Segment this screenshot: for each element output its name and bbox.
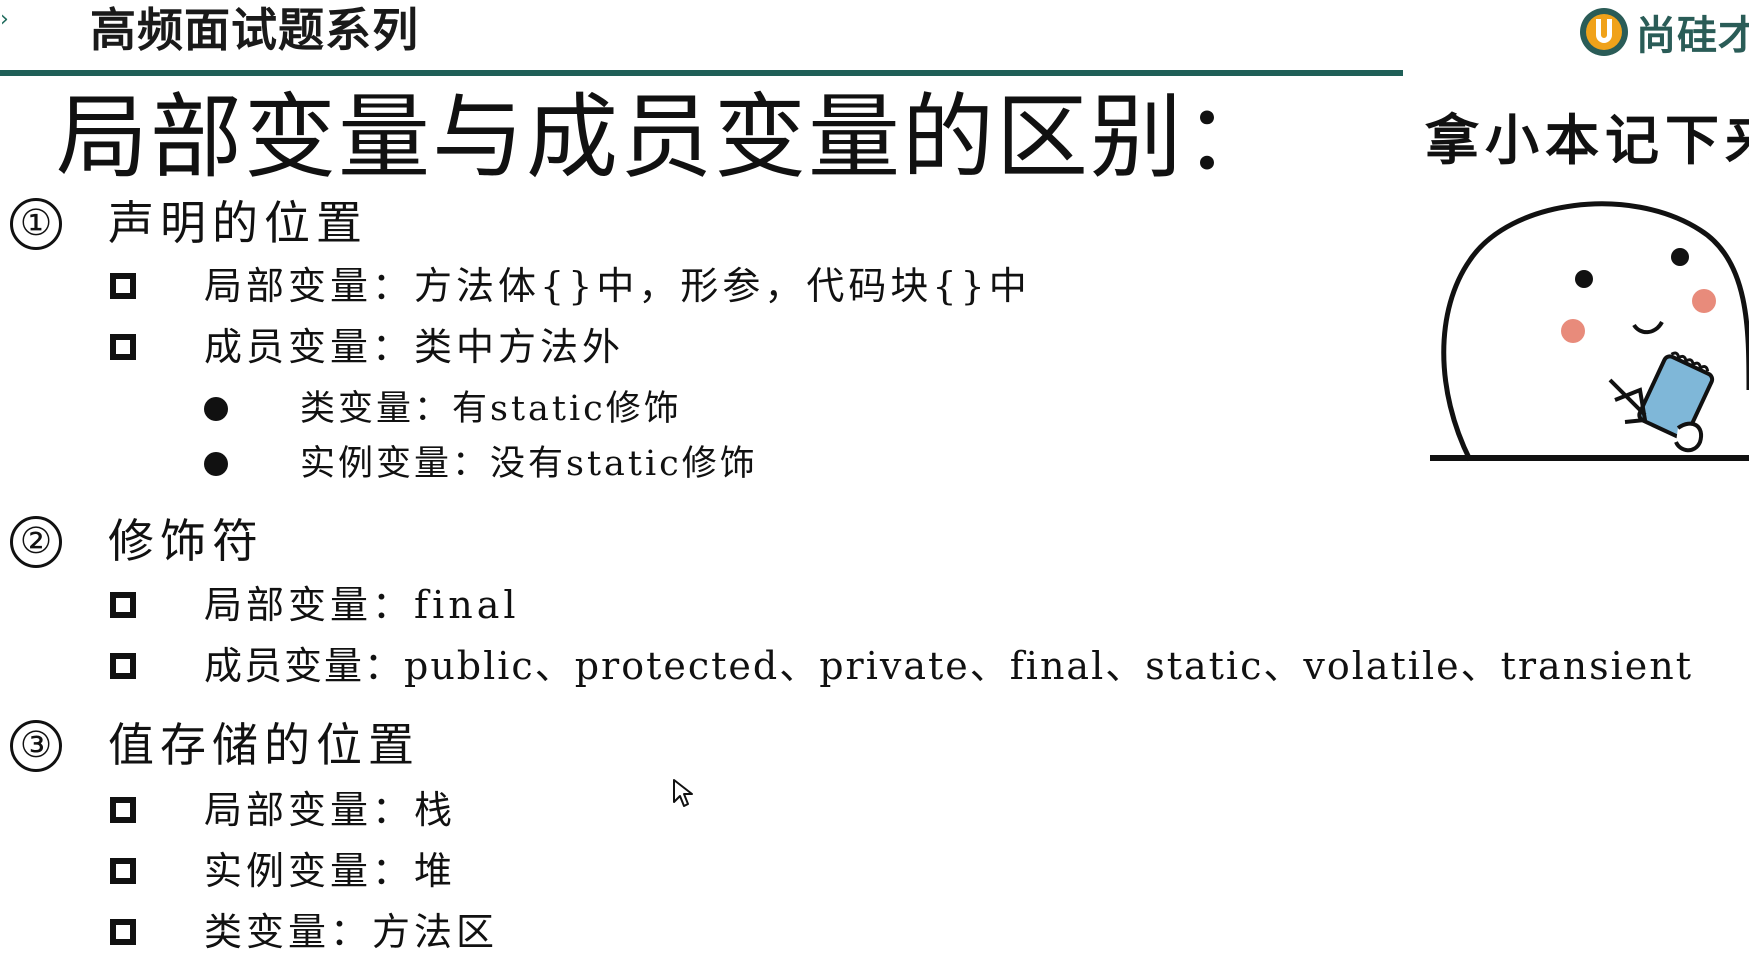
u-logo-icon: [1580, 8, 1628, 56]
note-taking-character-icon: [1430, 201, 1749, 462]
list-item-text: 成员变量：public、protected、private、final、stat…: [204, 644, 1694, 688]
brand-logo: 尚硅才: [1578, 4, 1749, 60]
list-item-text: 成员变量：类中方法外: [204, 325, 625, 369]
list-item-text: 实例变量：堆: [204, 849, 457, 893]
series-title: 高频面试题系列: [90, 3, 419, 57]
section-number: ③: [10, 720, 62, 772]
square-bullet-icon: [110, 797, 136, 823]
list-item-text: 局部变量：方法体{}中，形参，代码块{}中: [204, 264, 1031, 308]
chevron-right-icon: ›: [0, 7, 9, 32]
section-title: 声明的位置: [108, 196, 368, 250]
square-bullet-icon: [110, 592, 136, 618]
section-number: ②: [10, 516, 62, 568]
sub-list-item-text: 类变量：有static修饰: [300, 389, 682, 429]
square-bullet-icon: [110, 273, 136, 299]
square-bullet-icon: [110, 919, 136, 945]
list-item-text: 局部变量：final: [204, 583, 520, 627]
dot-bullet-icon: [204, 452, 228, 476]
square-bullet-icon: [110, 653, 136, 679]
slide-title: 局部变量与成员变量的区别：: [56, 84, 1279, 191]
logo-text: 尚硅才: [1636, 13, 1749, 59]
sub-list-item-text: 实例变量：没有static修饰: [300, 444, 758, 484]
dot-bullet-icon: [204, 397, 228, 421]
section-title: 值存储的位置: [108, 718, 420, 772]
header-divider: [0, 70, 1403, 76]
section-title: 修饰符: [108, 514, 264, 568]
square-bullet-icon: [110, 858, 136, 884]
mouse-pointer-icon: [673, 779, 693, 807]
list-item-text: 类变量：方法区: [204, 910, 499, 954]
sticker-caption: 拿小本记下来: [1425, 109, 1749, 172]
section-number: ①: [10, 198, 62, 250]
list-item-text: 局部变量：栈: [204, 788, 457, 832]
square-bullet-icon: [110, 334, 136, 360]
